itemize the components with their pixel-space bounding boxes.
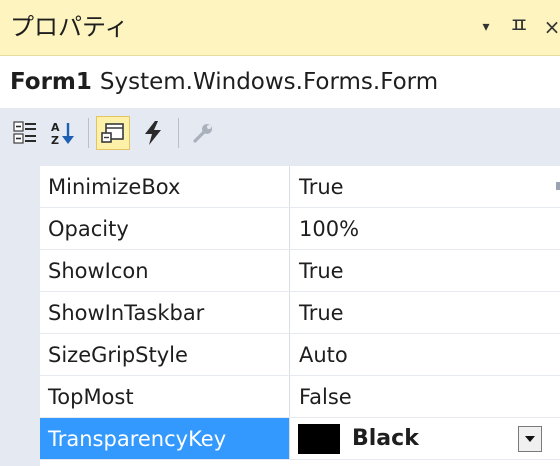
- value-dropdown-button[interactable]: [518, 426, 542, 452]
- alphabetical-button[interactable]: A Z: [46, 116, 80, 150]
- property-toolbar: A Z: [0, 108, 560, 166]
- panel-title-bar: プロパティ ▾ ㅍ ×: [0, 0, 560, 56]
- events-button[interactable]: [136, 116, 170, 150]
- property-value[interactable]: Auto: [290, 334, 560, 375]
- svg-text:Z: Z: [51, 134, 59, 146]
- svg-text:A: A: [51, 121, 60, 134]
- property-row-showintaskbar[interactable]: ShowInTaskbar True: [40, 292, 560, 334]
- panel-title: プロパティ: [10, 13, 129, 41]
- object-type: System.Windows.Forms.Form: [99, 69, 439, 95]
- scrollbar-indicator[interactable]: [556, 182, 560, 190]
- grid-margin: [0, 166, 40, 466]
- property-pages-button[interactable]: [186, 116, 220, 150]
- properties-button[interactable]: [96, 116, 130, 150]
- color-swatch: [298, 424, 340, 454]
- property-value[interactable]: True: [290, 250, 560, 291]
- categorized-icon: [13, 121, 36, 144]
- property-row-showicon[interactable]: ShowIcon True: [40, 250, 560, 292]
- categorized-button[interactable]: [8, 116, 42, 150]
- property-name: Opacity: [40, 208, 290, 249]
- property-grid: MinimizeBox True Opacity 100% ShowIcon T…: [0, 166, 560, 466]
- property-value[interactable]: True: [290, 166, 560, 207]
- property-value[interactable]: False: [290, 376, 560, 417]
- property-pages-icon: [193, 124, 212, 143]
- property-name: ShowIcon: [40, 250, 290, 291]
- window-position-dropdown-icon[interactable]: ▾: [476, 12, 496, 42]
- chevron-down-icon: [525, 436, 535, 442]
- object-selector[interactable]: Form1 System.Windows.Forms.Form: [0, 56, 560, 108]
- toolbar-separator: [178, 118, 179, 148]
- property-row-opacity[interactable]: Opacity 100%: [40, 208, 560, 250]
- property-value[interactable]: True: [290, 292, 560, 333]
- property-name: TopMost: [40, 376, 290, 417]
- property-rows: MinimizeBox True Opacity 100% ShowIcon T…: [40, 166, 560, 460]
- property-name: MinimizeBox: [40, 166, 290, 207]
- close-icon[interactable]: ×: [540, 12, 560, 42]
- pin-icon[interactable]: ㅍ: [508, 12, 530, 42]
- property-value-selected[interactable]: Black: [352, 418, 419, 460]
- property-name: ShowInTaskbar: [40, 292, 290, 333]
- property-name: SizeGripStyle: [40, 334, 290, 375]
- events-icon: [145, 121, 161, 145]
- property-value[interactable]: 100%: [290, 208, 560, 249]
- toolbar-separator: [88, 118, 89, 148]
- property-name-selected: TransparencyKey: [40, 418, 290, 459]
- property-row-transparencykey[interactable]: TransparencyKey Black: [40, 418, 560, 460]
- object-name: Form1: [10, 69, 92, 95]
- property-row-sizegripstyle[interactable]: SizeGripStyle Auto: [40, 334, 560, 376]
- alphabetical-icon: A Z: [51, 121, 74, 146]
- property-row-topmost[interactable]: TopMost False: [40, 376, 560, 418]
- property-row-minimizebox[interactable]: MinimizeBox True: [40, 166, 560, 208]
- properties-icon: [101, 123, 124, 143]
